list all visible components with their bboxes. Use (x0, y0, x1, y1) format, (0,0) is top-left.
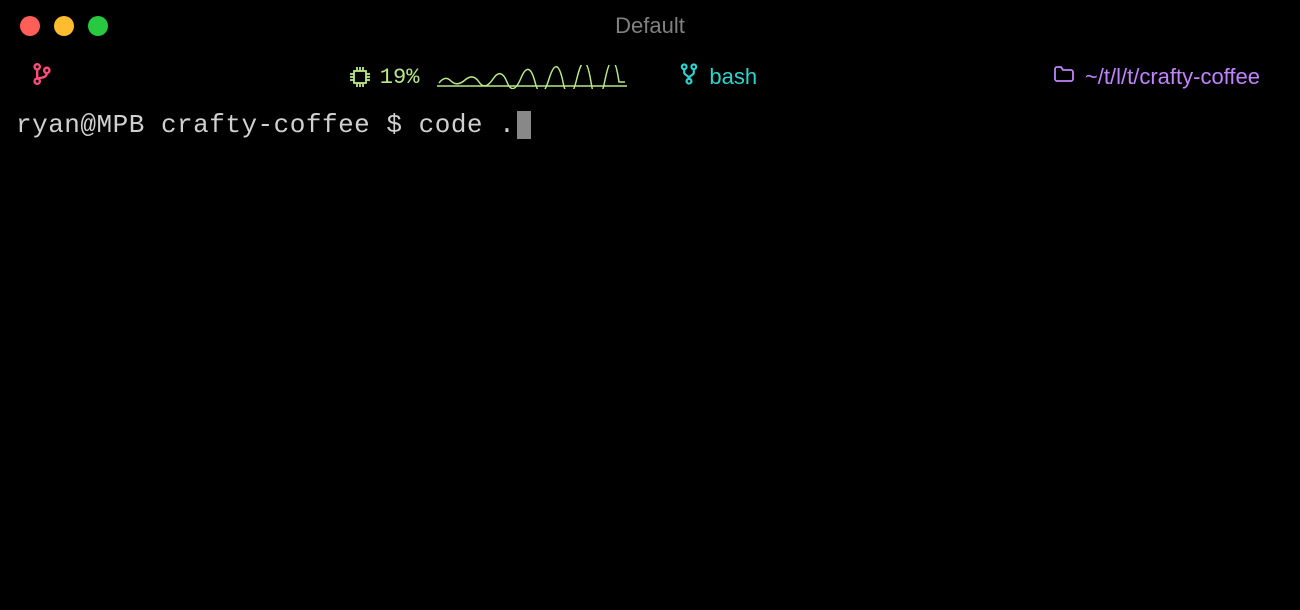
status-right-group: ~/t/l/t/crafty-coffee (1053, 64, 1260, 91)
traffic-lights (20, 16, 108, 36)
cpu-sparkline-icon (437, 65, 627, 89)
folder-icon (1053, 64, 1075, 91)
window-title: Default (615, 13, 685, 39)
prompt-directory: crafty-coffee (161, 110, 370, 140)
git-fork-icon (679, 62, 699, 93)
titlebar: Default (0, 0, 1300, 52)
maximize-button[interactable] (88, 16, 108, 36)
command-input[interactable]: code . (419, 110, 516, 140)
status-left-group (32, 62, 52, 93)
prompt-line: ryan@MPB crafty-coffee $ code . (16, 110, 1284, 140)
statusbar: 19% bash (0, 52, 1300, 102)
minimize-button[interactable] (54, 16, 74, 36)
cursor-icon (517, 111, 531, 139)
shell-indicator-group: bash (679, 62, 757, 93)
git-branch-icon (32, 62, 52, 93)
shell-name-label: bash (709, 64, 757, 90)
cpu-percent-label: 19% (380, 65, 420, 90)
cpu-chip-icon (348, 65, 372, 89)
close-button[interactable] (20, 16, 40, 36)
cwd-path-label: ~/t/l/t/crafty-coffee (1085, 64, 1260, 90)
prompt-user-host: ryan@MPB (16, 110, 145, 140)
terminal-area[interactable]: ryan@MPB crafty-coffee $ code . (0, 102, 1300, 148)
status-center-group: 19% bash (348, 62, 757, 93)
prompt-symbol: $ (386, 110, 402, 140)
cpu-usage-group: 19% (348, 65, 628, 90)
